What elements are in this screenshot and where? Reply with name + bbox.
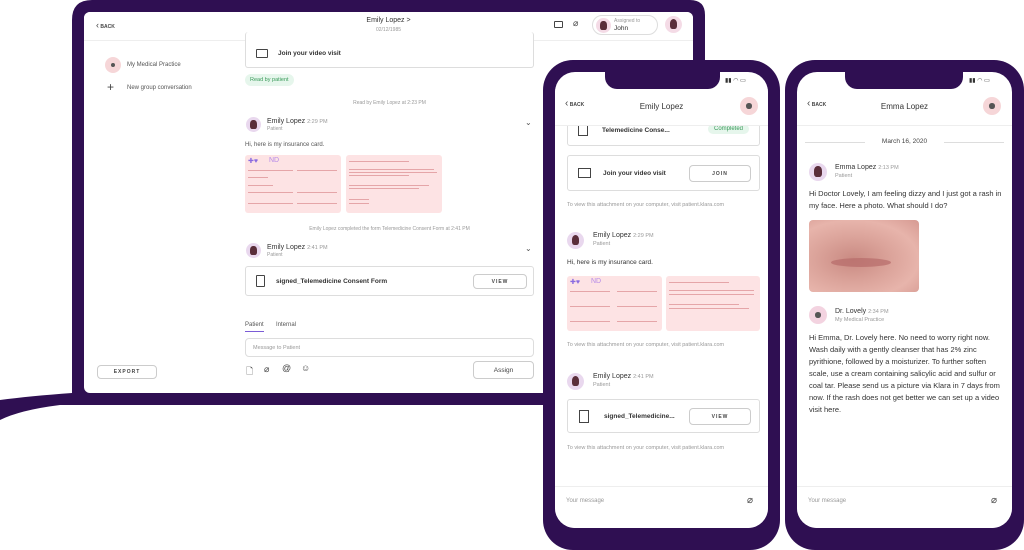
sender-role: Patient — [593, 382, 611, 388]
doctor-avatar — [809, 306, 827, 324]
message-composer[interactable]: Your message ⌀ — [555, 486, 768, 528]
sender-role: Patient — [267, 252, 283, 258]
status-icons: ▮▮ ◠ ▭ — [725, 78, 746, 84]
sender-role: Patient — [835, 173, 853, 179]
phone-header: ‹ BACK Emma Lopez — [797, 89, 1012, 126]
user-avatar[interactable] — [665, 16, 682, 33]
sender-role: Patient — [593, 241, 611, 247]
read-status: Read by Emily Lopez at 2:23 PM — [353, 100, 426, 106]
insurance-card-back[interactable] — [346, 155, 442, 213]
paperclip-icon[interactable]: ⌀ — [747, 495, 753, 506]
video-icon — [578, 168, 591, 178]
join-button[interactable]: JOIN — [689, 165, 751, 182]
message-time: 2:34 PM — [868, 309, 889, 315]
insurance-logo: ND — [591, 278, 602, 285]
patient-avatar — [246, 243, 261, 258]
message-time: 2:29 PM — [307, 119, 328, 125]
message-text: Hi Emma, Dr. Lovely here. No need to wor… — [809, 333, 1000, 414]
conversation-title: Emily Lopez — [639, 102, 684, 111]
message-text: Hi, here is my insurance card. — [567, 259, 653, 266]
insurance-logo-icon: ✚♥ — [248, 158, 259, 165]
attachment-note: To view this attachment on your computer… — [567, 202, 725, 208]
sender-name: Emily Lopez — [593, 232, 632, 239]
document-icon[interactable]: 🗋 — [246, 364, 253, 380]
document-icon — [579, 410, 589, 423]
mention-icon[interactable]: @ — [282, 363, 291, 373]
message-time: 2:41 PM — [633, 374, 654, 380]
message-text: Hi, here is my insurance card. — [245, 142, 325, 148]
assignee-avatar — [596, 18, 611, 33]
sender-name: Emily Lopez — [267, 118, 306, 125]
sidebar-practice[interactable]: My Medical Practice — [127, 62, 181, 68]
file-attachment-card[interactable]: signed_Telemedicine... VIEW — [567, 399, 760, 433]
patient-avatar — [246, 117, 261, 132]
chevron-down-icon[interactable]: ⌄ — [525, 244, 532, 253]
paperclip-icon[interactable]: ⌀ — [264, 364, 269, 375]
insurance-logo: ND — [269, 157, 280, 164]
assign-button[interactable]: Assign — [473, 361, 534, 379]
video-visit-card[interactable]: Join your video visit — [245, 32, 534, 68]
video-icon — [256, 49, 268, 58]
phone-emma: ▮▮ ◠ ▭ ‹ BACK Emma Lopez March 16, 2020 … — [785, 60, 1024, 550]
practice-avatar — [105, 57, 121, 73]
patient-avatar — [567, 232, 584, 249]
sender-role: My Medical Practice — [835, 317, 885, 323]
sender-name: Emily Lopez — [593, 373, 632, 380]
form-completed-event: Emily Lopez completed the form Telemedic… — [309, 226, 470, 232]
chevron-down-icon[interactable]: ⌄ — [525, 118, 532, 127]
message-input[interactable]: Message to Patient — [245, 338, 534, 357]
sender-name: Emily Lopez — [267, 244, 306, 251]
practice-avatar[interactable] — [983, 97, 1001, 115]
rash-photo[interactable] — [809, 220, 919, 292]
insurance-logo-icon: ✚♥ — [570, 279, 581, 286]
practice-avatar[interactable] — [740, 97, 758, 115]
video-card-label: Join your video visit — [603, 170, 666, 177]
message-placeholder: Your message — [808, 498, 847, 504]
emoji-icon[interactable]: ☺ — [301, 363, 310, 373]
assigned-to-pill[interactable]: Assigned to John — [592, 15, 658, 35]
insurance-card-back[interactable] — [666, 276, 760, 331]
date-separator: March 16, 2020 — [881, 138, 928, 145]
insurance-card-front[interactable]: ✚♥ ND — [567, 276, 662, 331]
message-time: 2:29 PM — [633, 233, 654, 239]
file-name: signed_Telemedicine Consent Form — [276, 278, 388, 285]
video-visit-card[interactable]: Join your video visit JOIN — [567, 155, 760, 191]
message-placeholder: Message to Patient — [253, 345, 301, 351]
file-name: signed_Telemedicine... — [604, 413, 675, 420]
message-time: 2:13 PM — [878, 165, 899, 171]
attachment-note: To view this attachment on your computer… — [567, 342, 725, 348]
video-icon[interactable] — [554, 21, 563, 28]
view-button[interactable]: VIEW — [473, 274, 527, 289]
read-badge: Read by patient — [245, 74, 294, 86]
conversation-title: Emma Lopez — [880, 102, 929, 111]
video-card-label: Join your video visit — [278, 50, 341, 57]
form-name: Telemedicine Conse... — [602, 127, 670, 134]
assigned-name: John — [614, 25, 629, 32]
view-button[interactable]: VIEW — [689, 408, 751, 425]
message-text: Hi Doctor Lovely, I am feeling dizzy and… — [809, 189, 1002, 210]
file-attachment-card[interactable]: signed_Telemedicine Consent Form VIEW — [245, 266, 534, 296]
phone-header: ‹ BACK Emily Lopez — [555, 89, 768, 126]
export-button[interactable]: EXPORT — [97, 365, 157, 379]
tab-patient[interactable]: Patient — [245, 322, 264, 332]
tab-internal[interactable]: Internal — [276, 322, 296, 328]
message-time: 2:41 PM — [307, 245, 328, 251]
plus-icon[interactable]: + — [107, 80, 114, 94]
attachment-note: To view this attachment on your computer… — [567, 445, 725, 451]
patient-avatar — [567, 373, 584, 390]
sender-role: Patient — [267, 126, 283, 132]
paperclip-icon[interactable]: ⌀ — [573, 18, 578, 29]
assigned-label: Assigned to — [614, 18, 641, 24]
message-placeholder: Your message — [566, 498, 605, 504]
paperclip-icon[interactable]: ⌀ — [991, 495, 997, 506]
insurance-card-front[interactable]: ✚♥ ND — [245, 155, 341, 213]
sender-name: Emma Lopez — [835, 164, 877, 171]
message-composer[interactable]: Your message ⌀ — [797, 486, 1012, 528]
document-icon — [256, 275, 265, 287]
status-icons: ▮▮ ◠ ▭ — [969, 78, 990, 84]
phone-emily: ▮▮ ◠ ▭ ‹ BACK Emily Lopez Telemedicine C… — [543, 60, 780, 550]
sidebar-new-group[interactable]: New group conversation — [127, 85, 192, 91]
patient-avatar — [809, 163, 827, 181]
sender-name: Dr. Lovely — [835, 308, 867, 315]
